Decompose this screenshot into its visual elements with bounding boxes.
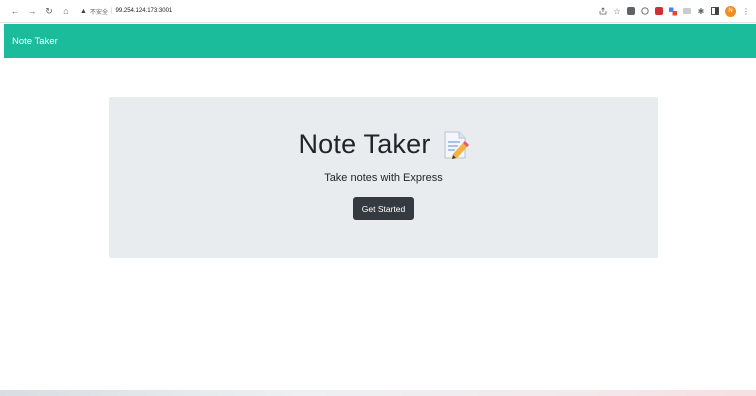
browser-toolbar: ← → ↻ ⌂ ▲ 不安全 | 99.254.124.173:3001 ☆ ✱ …	[0, 0, 756, 23]
extension-icon[interactable]	[627, 7, 635, 15]
navbar-brand[interactable]: Note Taker	[12, 36, 58, 47]
memo-icon	[443, 131, 469, 159]
extension-grey-icon[interactable]	[683, 7, 691, 15]
security-label: 不安全	[89, 9, 108, 16]
address-bar[interactable]: ▲ 不安全 | 99.254.124.173:3001	[80, 4, 580, 18]
app-navbar: Note Taker	[4, 24, 756, 58]
hero-section: Note Taker Take notes with Express Get S…	[109, 97, 658, 258]
forward-icon[interactable]: →	[26, 5, 38, 17]
profile-avatar[interactable]: N	[725, 5, 736, 17]
share-icon[interactable]	[599, 7, 607, 15]
side-panel-icon[interactable]	[711, 7, 719, 15]
github-icon[interactable]	[641, 7, 649, 15]
bookmark-star-icon[interactable]: ☆	[613, 7, 621, 16]
page-subtitle: Take notes with Express	[324, 172, 443, 184]
translate-icon[interactable]	[669, 7, 677, 15]
more-menu-icon[interactable]: ⋮	[742, 7, 750, 16]
browser-actions: ☆ ✱ N ⋮	[599, 5, 750, 17]
taskbar-strip	[0, 390, 756, 396]
url-text[interactable]: 99.254.124.173:3001	[116, 8, 173, 14]
home-icon[interactable]: ⌂	[60, 5, 72, 17]
puzzle-icon[interactable]: ✱	[697, 7, 705, 16]
back-icon[interactable]: ←	[9, 5, 21, 17]
hero-title-row: Note Taker	[298, 129, 469, 160]
reload-icon[interactable]: ↻	[43, 5, 55, 17]
page-title: Note Taker	[298, 129, 431, 159]
warning-icon[interactable]: ▲	[80, 8, 87, 15]
address-separator: |	[110, 8, 113, 14]
pdf-extension-icon[interactable]	[655, 7, 663, 15]
get-started-button[interactable]: Get Started	[352, 197, 415, 220]
